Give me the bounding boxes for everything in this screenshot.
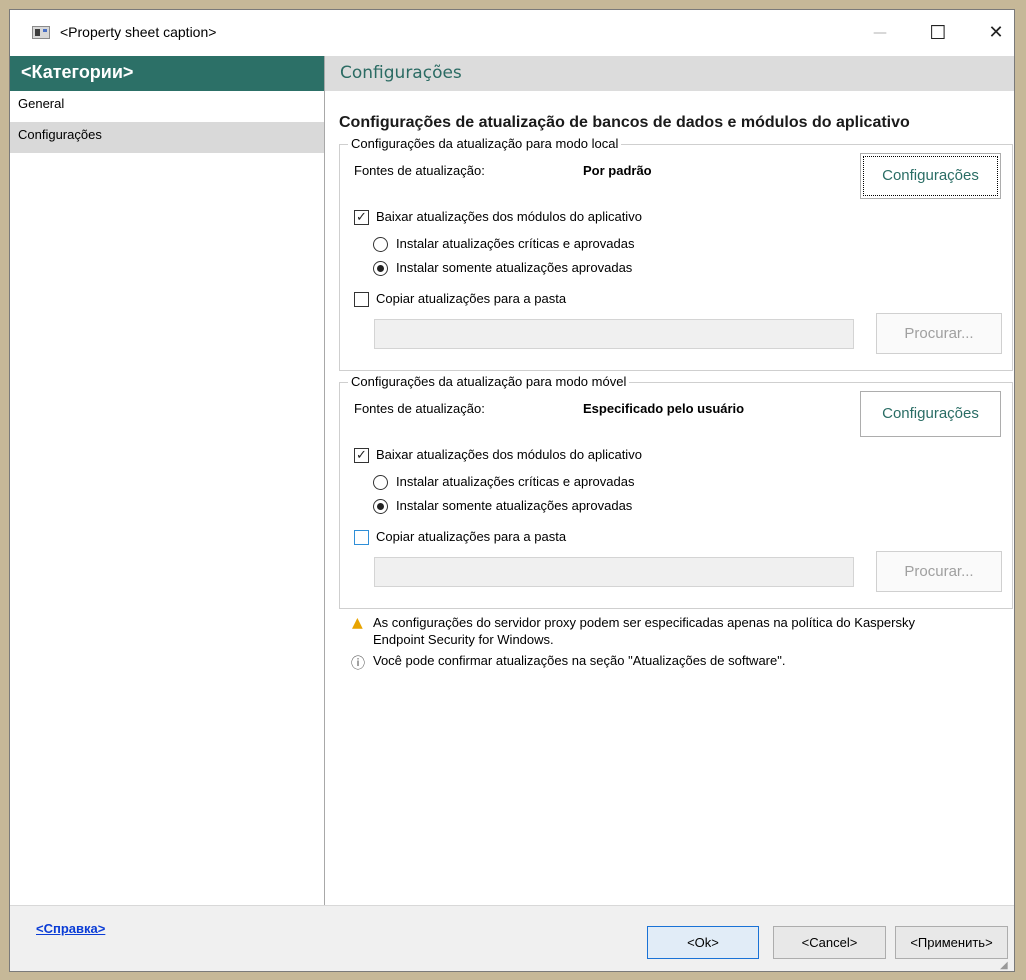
sidebar-item-general[interactable]: General [10,91,324,122]
info-circle-icon: ⓘ [351,656,365,672]
window-title: <Property sheet caption> [60,24,217,40]
update-sources-value: Por padrão [583,163,652,178]
sidebar-header: <Категории> [10,56,324,91]
help-link[interactable]: <Справка> [36,921,105,936]
install-critical-label[interactable]: Instalar atualizações críticas e aprovad… [396,236,634,251]
footer-bar: <Справка> <Ok> <Cancel> <Применить> ◢ [10,905,1014,971]
ok-button[interactable]: <Ok> [647,926,759,959]
download-modules-label[interactable]: Baixar atualizações dos módulos do aplic… [376,209,642,224]
browse-button[interactable]: Procurar... [876,551,1002,592]
copy-updates-checkbox[interactable] [354,530,369,545]
proxy-warning-line1: As configurações do servidor proxy podem… [373,615,915,630]
mobile-mode-group: Configurações da atualização para modo m… [339,374,1013,609]
group-legend: Configurações da atualização para modo m… [348,374,630,390]
update-sources-value: Especificado pelo usuário [583,401,745,416]
property-sheet-icon [32,26,50,39]
copy-updates-label[interactable]: Copiar atualizações para a pasta [376,291,566,306]
install-approved-label[interactable]: Instalar somente atualizações aprovadas [396,498,632,513]
folder-path-input[interactable] [374,319,854,349]
download-modules-checkbox[interactable]: ✓ [354,448,369,463]
close-icon[interactable]: ✕ [979,20,1013,46]
group-legend: Configurações da atualização para modo l… [348,136,622,152]
download-modules-checkbox[interactable]: ✓ [354,210,369,225]
warning-triangle-icon: ▲ [352,615,363,631]
cancel-button[interactable]: <Cancel> [773,926,886,959]
folder-path-input[interactable] [374,557,854,587]
update-sources-label: Fontes de atualização: [354,401,485,416]
info-note-text: Você pode confirmar atualizações na seçã… [373,653,786,668]
maximize-icon[interactable]: ☐ [921,20,955,46]
section-title: Configurações de atualização de bancos d… [339,114,910,131]
configure-sources-button[interactable]: Configurações [860,153,1001,199]
install-critical-radio[interactable] [373,237,388,252]
local-mode-group: Configurações da atualização para modo l… [339,136,1013,371]
proxy-warning-line2: Endpoint Security for Windows. [373,632,554,647]
main-panel: Configurações Configurações de atualizaç… [325,56,1014,905]
minimize-icon[interactable]: — [863,20,897,46]
title-bar[interactable]: <Property sheet caption> — ☐ ✕ [10,10,1014,56]
page-title: Configurações [325,56,1014,91]
install-approved-radio[interactable] [373,261,388,276]
install-approved-label[interactable]: Instalar somente atualizações aprovadas [396,260,632,275]
copy-updates-checkbox[interactable] [354,292,369,307]
configure-sources-button[interactable]: Configurações [860,391,1001,437]
resize-grip-icon[interactable]: ◢ [1000,960,1012,971]
property-sheet-window: <Property sheet caption> — ☐ ✕ <Категори… [9,9,1015,972]
browse-button[interactable]: Procurar... [876,313,1002,354]
install-approved-radio[interactable] [373,499,388,514]
proxy-warning-text: As configurações do servidor proxy podem… [373,614,915,648]
download-modules-label[interactable]: Baixar atualizações dos módulos do aplic… [376,447,642,462]
install-critical-radio[interactable] [373,475,388,490]
install-critical-label[interactable]: Instalar atualizações críticas e aprovad… [396,474,634,489]
apply-button[interactable]: <Применить> [895,926,1008,959]
sidebar-item-configuracoes[interactable]: Configurações [10,122,324,153]
update-sources-label: Fontes de atualização: [354,163,485,178]
sidebar: <Категории> General Configurações [10,56,325,905]
copy-updates-label[interactable]: Copiar atualizações para a pasta [376,529,566,544]
page-title-text: Configurações [340,63,462,83]
